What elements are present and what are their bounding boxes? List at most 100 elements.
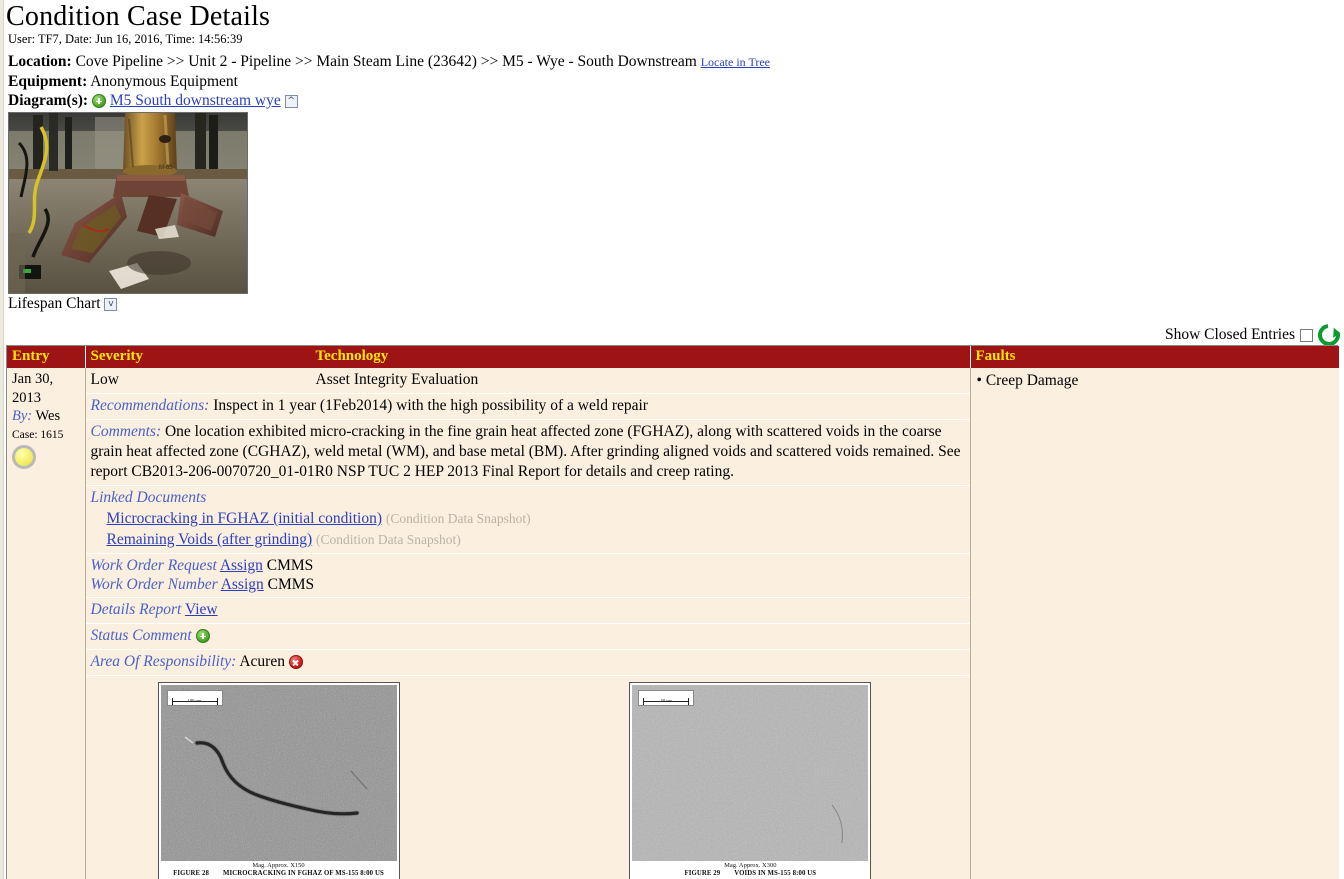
location-value: Cove Pipeline >> Unit 2 - Pipeline >> Ma… bbox=[75, 53, 697, 70]
micrograph-1-image: 100 um bbox=[160, 685, 397, 861]
plus-circle-icon[interactable] bbox=[91, 94, 106, 109]
area-of-responsibility-row: Area Of Responsibility: Acuren bbox=[85, 650, 970, 676]
equipment-label: Equipment: bbox=[8, 73, 88, 90]
micrograph-2-figure-row: FIGURE 29 VOIDS IN MS-155 8:00 US bbox=[632, 870, 868, 878]
work-order-number-assign-link[interactable]: Assign bbox=[221, 576, 264, 593]
details-report-label: Details Report bbox=[90, 601, 182, 618]
equipment-photo-image: M-65 bbox=[9, 113, 247, 293]
micrograph-2-magnification: Mag. Approx. X300 bbox=[724, 862, 777, 869]
svg-text:M-65: M-65 bbox=[159, 165, 173, 171]
work-order-request-label: Work Order Request bbox=[90, 557, 217, 574]
entry-cell: Jan 30, 2013 By: Wes Case: 1615 bbox=[7, 368, 86, 879]
entry-author-label: By: bbox=[12, 408, 33, 424]
equipment-photo[interactable]: M-65 bbox=[8, 112, 248, 294]
diagrams-row: Diagram(s): M5 South downstream wye ^ bbox=[8, 91, 1344, 110]
details-report-view-link[interactable]: View bbox=[185, 601, 218, 618]
equipment-value: Anonymous Equipment bbox=[90, 73, 238, 90]
page-title: Condition Case Details bbox=[6, 1, 271, 32]
entry-date: Jan 30, 2013 bbox=[12, 371, 54, 406]
micrograph-2-figure-no: FIGURE 29 bbox=[684, 870, 721, 877]
column-header-technology[interactable]: Technology bbox=[316, 348, 389, 365]
column-header-severity[interactable]: Severity bbox=[91, 348, 316, 365]
micrograph-1-frame[interactable]: 100 um Mag. Approx. X150 FIGURE 28 MICROC… bbox=[157, 682, 400, 879]
micrograph-1-figure-caption: MICROCRACKING IN FGHAZ OF MS-155 8:00 US bbox=[223, 870, 384, 877]
locate-in-tree-link[interactable]: Locate in Tree bbox=[701, 55, 770, 69]
entry-author: By: Wes bbox=[12, 407, 81, 426]
entry-case-number: Case: 1615 bbox=[12, 428, 64, 441]
area-of-responsibility-label: Area Of Responsibility: bbox=[90, 653, 237, 670]
location-label: Location: bbox=[8, 53, 72, 70]
micrograph-2-frame[interactable]: 50 um Mag. Approx. X300 FIGURE 29 VOIDS I… bbox=[629, 682, 872, 879]
technology-value: Asset Integrity Evaluation bbox=[315, 371, 479, 388]
work-order-request-row: Work Order Request Assign CMMS bbox=[91, 556, 965, 575]
recommendations-value: Inspect in 1 year (1Feb2014) with the hi… bbox=[213, 397, 648, 414]
condition-entries-table: Entry Severity Technology Faults Jan 30,… bbox=[6, 345, 1340, 879]
column-header-faults[interactable]: Faults bbox=[970, 346, 1340, 368]
diagram-link[interactable]: M5 South downstream wye bbox=[110, 92, 281, 109]
linked-document-type-2: (Condition Data Snapshot) bbox=[316, 532, 461, 547]
details-report-row: Details Report View bbox=[85, 598, 970, 624]
micrograph-2-svg bbox=[632, 685, 869, 861]
linked-document-type-1: (Condition Data Snapshot) bbox=[385, 511, 531, 526]
status-light-icon[interactable] bbox=[12, 444, 36, 469]
area-of-responsibility-value: Acuren bbox=[239, 653, 285, 670]
severity-technology-row: Low Asset Integrity Evaluation bbox=[85, 368, 970, 394]
work-order-request-system: CMMS bbox=[266, 557, 314, 574]
lifespan-chart-row[interactable]: Lifespan Chart v bbox=[8, 295, 1344, 313]
work-order-rows: Work Order Request Assign CMMS Work Orde… bbox=[85, 554, 970, 598]
severity-value: Low bbox=[90, 371, 119, 388]
work-order-number-label: Work Order Number bbox=[90, 576, 218, 593]
micrograph-1-scalebar: 100 um bbox=[166, 690, 223, 706]
page-root: Condition Case Details User: TF7, Date: … bbox=[0, 0, 1344, 879]
show-closed-entries-control[interactable]: Show Closed Entries bbox=[1164, 319, 1344, 351]
fault-item: • Creep Damage bbox=[976, 372, 1079, 389]
equipment-row: Equipment: Anonymous Equipment bbox=[8, 72, 1344, 91]
lifespan-chart-label: Lifespan Chart bbox=[8, 295, 101, 312]
page-gutter bbox=[0, 0, 4, 879]
column-header-entry[interactable]: Entry bbox=[7, 346, 86, 368]
micrograph-1-svg bbox=[160, 685, 397, 861]
table-header-row: Entry Severity Technology Faults bbox=[7, 346, 1340, 368]
diagrams-label: Diagram(s): bbox=[8, 92, 89, 109]
micrograph-2-figure-caption: VOIDS IN MS-155 8:00 US bbox=[734, 870, 817, 877]
linked-document-link-2[interactable]: Remaining Voids (after grinding) bbox=[107, 531, 313, 548]
comments-row: Comments: One location exhibited micro-c… bbox=[85, 420, 970, 486]
chevron-down-box-icon[interactable]: v bbox=[104, 297, 118, 311]
status-comment-label: Status Comment bbox=[90, 627, 192, 644]
comments-value: One location exhibited micro-cracking in… bbox=[90, 423, 961, 480]
status-comment-row: Status Comment bbox=[85, 624, 970, 650]
linked-documents-row: Linked Documents Microcracking in FGHAZ … bbox=[85, 486, 970, 554]
list-item: Remaining Voids (after grinding) (Condit… bbox=[91, 529, 965, 550]
show-closed-entries-checkbox[interactable] bbox=[1300, 328, 1313, 342]
work-order-number-system: CMMS bbox=[267, 576, 315, 593]
micrograph-1: 100 um Mag. Approx. X150 FIGURE 28 MICROC… bbox=[157, 682, 442, 879]
linked-documents-label: Linked Documents bbox=[90, 489, 207, 506]
micrographs-row: 100 um Mag. Approx. X150 FIGURE 28 MICROC… bbox=[86, 676, 970, 879]
chevron-up-box-icon[interactable]: ^ bbox=[284, 94, 298, 108]
plus-circle-icon[interactable] bbox=[195, 629, 210, 644]
work-order-request-assign-link[interactable]: Assign bbox=[220, 557, 263, 574]
column-header-severity-technology: Severity Technology bbox=[85, 346, 971, 368]
table-row: Jan 30, 2013 By: Wes Case: 1615 Low Asse… bbox=[7, 368, 1340, 879]
work-order-number-row: Work Order Number Assign CMMS bbox=[91, 575, 965, 594]
micrograph-2-caption-strip: Mag. Approx. X300 FIGURE 29 VOIDS IN MS-1… bbox=[632, 861, 869, 879]
micrograph-1-figure-row: FIGURE 28 MICROCRACKING IN FGHAZ OF MS-15… bbox=[161, 870, 397, 878]
linked-document-link-1[interactable]: Microcracking in FGHAZ (initial conditio… bbox=[107, 510, 383, 527]
user-session-line: User: TF7, Date: Jun 16, 2016, Time: 14:… bbox=[8, 32, 243, 46]
list-item: Microcracking in FGHAZ (initial conditio… bbox=[91, 508, 965, 529]
entry-body-cell: Low Asset Integrity Evaluation Recommend… bbox=[85, 368, 971, 879]
recommendations-label: Recommendations: bbox=[90, 397, 210, 414]
delete-icon[interactable] bbox=[288, 655, 303, 670]
recommendations-row: Recommendations: Inspect in 1 year (1Feb… bbox=[85, 394, 970, 420]
show-closed-entries-label: Show Closed Entries bbox=[1164, 326, 1295, 343]
micrograph-1-figure-no: FIGURE 28 bbox=[173, 870, 209, 877]
micrograph-2-scalebar: 50 um bbox=[638, 690, 695, 706]
comments-label: Comments: bbox=[90, 423, 162, 440]
location-row: Location: Cove Pipeline >> Unit 2 - Pipe… bbox=[8, 52, 1344, 72]
faults-cell: • Creep Damage bbox=[969, 368, 1340, 879]
entry-author-value: Wes bbox=[35, 408, 61, 424]
micrograph-1-caption-strip: Mag. Approx. X150 FIGURE 28 MICROCRACKING… bbox=[160, 861, 397, 879]
micrograph-1-magnification: Mag. Approx. X150 bbox=[252, 862, 305, 869]
micrograph-2: 50 um Mag. Approx. X300 FIGURE 29 VOIDS I… bbox=[629, 682, 872, 879]
micrograph-2-image: 50 um bbox=[632, 685, 869, 861]
